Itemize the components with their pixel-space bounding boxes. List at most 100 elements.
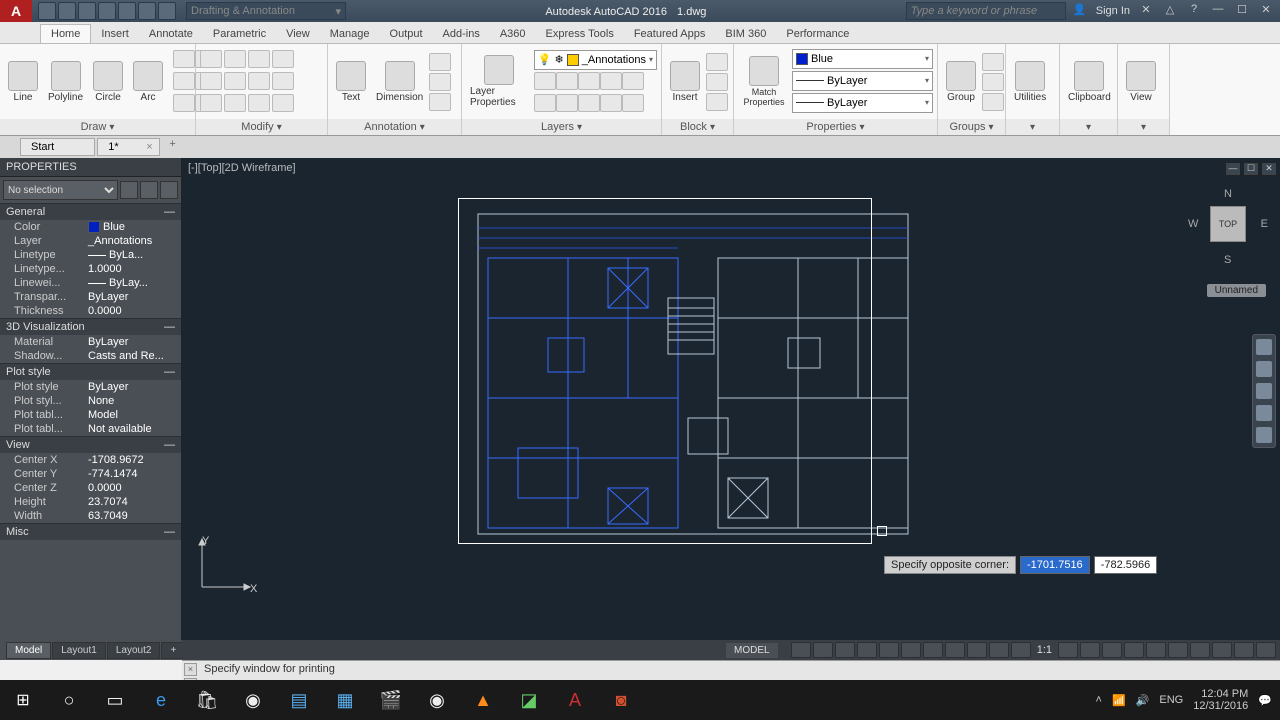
filetab-start[interactable]: Start (20, 138, 95, 156)
exchange-icon[interactable]: ✕ (1138, 3, 1154, 19)
layout-tab-layout2[interactable]: Layout2 (107, 642, 161, 659)
app-logo[interactable]: A (0, 0, 32, 22)
lineweight-dropdown[interactable]: ByLayer▾ (792, 71, 933, 91)
ribbon-tab-performance[interactable]: Performance (776, 25, 859, 43)
tray-lang[interactable]: ENG (1159, 694, 1183, 706)
tray-clock[interactable]: 12:04 PM12/31/2016 (1193, 688, 1248, 712)
camtasia-icon[interactable]: ◪ (506, 680, 552, 720)
help-search-input[interactable]: Type a keyword or phrase (906, 2, 1066, 20)
tray-chevron-icon[interactable]: ˄ (1096, 694, 1102, 706)
prop-row[interactable]: Transpar...ByLayer (0, 290, 181, 304)
selection-cycling-icon[interactable] (1011, 642, 1031, 658)
recorder-icon[interactable]: ◙ (598, 680, 644, 720)
prop-cat-misc[interactable]: Misc— (0, 523, 181, 540)
qat-plot-icon[interactable] (118, 2, 136, 20)
close-icon[interactable]: ✕ (1258, 3, 1274, 19)
dimension-button[interactable]: Dimension (372, 59, 427, 105)
cortana-icon[interactable]: ○ (46, 680, 92, 720)
ribbon-tab-express-tools[interactable]: Express Tools (536, 25, 624, 43)
navigation-bar[interactable] (1252, 334, 1276, 448)
customize-icon[interactable] (1256, 642, 1276, 658)
isolate-icon[interactable] (1190, 642, 1210, 658)
gear-icon[interactable] (1058, 642, 1078, 658)
prop-row[interactable]: Linetype...1.0000 (0, 262, 181, 276)
viewport-label[interactable]: [-][Top][2D Wireframe] (188, 162, 296, 174)
ribbon-tab-parametric[interactable]: Parametric (203, 25, 276, 43)
layer-tool-2[interactable] (578, 72, 600, 90)
start-button[interactable]: ⊞ (0, 680, 46, 720)
a360-icon[interactable]: △ (1162, 3, 1178, 19)
osnap-toggle-icon[interactable] (901, 642, 921, 658)
modify-tool-5[interactable] (224, 72, 246, 90)
viewport-close-icon[interactable]: ✕ (1261, 162, 1277, 176)
prop-row[interactable]: Center X-1708.9672 (0, 453, 181, 467)
layer-tool-4[interactable] (622, 72, 644, 90)
group-edit-icon[interactable] (982, 73, 1004, 91)
qat-saveas-icon[interactable] (98, 2, 116, 20)
line-button[interactable]: Line (4, 59, 42, 105)
modify-tool-1[interactable] (224, 50, 246, 68)
prop-row[interactable]: Width63.7049 (0, 509, 181, 523)
lineweight-toggle-icon[interactable] (967, 642, 987, 658)
view-button[interactable]: View (1122, 59, 1160, 105)
anno-tool-0[interactable] (429, 53, 451, 71)
autocad-taskbar-icon[interactable]: A (552, 680, 598, 720)
task-view-icon[interactable]: ▭ (92, 680, 138, 720)
maximize-icon[interactable]: ☐ (1234, 3, 1250, 19)
modify-tool-2[interactable] (248, 50, 270, 68)
modify-tool-11[interactable] (272, 94, 294, 112)
ribbon-tab-add-ins[interactable]: Add-ins (433, 25, 490, 43)
modify-tool-7[interactable] (272, 72, 294, 90)
match-properties-button[interactable]: Match Properties (738, 54, 790, 109)
cmdline-close-icon[interactable]: × (184, 663, 197, 676)
anno-tool-1[interactable] (429, 73, 451, 91)
color-dropdown[interactable]: Blue▾ (792, 49, 933, 69)
layer-tool-1[interactable] (556, 72, 578, 90)
store-icon[interactable]: 🛍 (184, 680, 230, 720)
photos-icon[interactable]: ▦ (322, 680, 368, 720)
hardware-accel-icon[interactable] (1212, 642, 1232, 658)
layer-tool-5[interactable] (534, 94, 556, 112)
model-space-toggle[interactable]: MODEL (726, 643, 778, 658)
clean-screen-icon[interactable] (1234, 642, 1254, 658)
chrome-icon[interactable]: ◉ (414, 680, 460, 720)
layer-tool-9[interactable] (622, 94, 644, 112)
filetab-drawing[interactable]: 1*× (97, 138, 159, 156)
annotation-scale[interactable]: 1:1 (1037, 644, 1052, 656)
clipboard-button[interactable]: Clipboard (1064, 59, 1115, 105)
view-cube[interactable]: NSWE TOP (1190, 186, 1266, 262)
ribbon-tab-output[interactable]: Output (380, 25, 433, 43)
prop-row[interactable]: Plot styl...None (0, 394, 181, 408)
help-icon[interactable]: ? (1186, 3, 1202, 19)
transparency-icon[interactable] (989, 642, 1009, 658)
modify-tool-10[interactable] (248, 94, 270, 112)
modify-tool-4[interactable] (200, 72, 222, 90)
arc-button[interactable]: Arc (129, 59, 167, 105)
ungroup-icon[interactable] (982, 53, 1004, 71)
qat-new-icon[interactable] (38, 2, 56, 20)
text-button[interactable]: Text (332, 59, 370, 105)
select-objects-icon[interactable] (140, 181, 158, 199)
prop-row[interactable]: Thickness0.0000 (0, 304, 181, 318)
prop-cat-plot-style[interactable]: Plot style— (0, 363, 181, 380)
qat-redo-icon[interactable] (158, 2, 176, 20)
layer-dropdown[interactable]: 💡❄_Annotations▾ (534, 50, 657, 70)
tray-notifications-icon[interactable]: 💬 (1258, 694, 1272, 707)
prop-cat-view[interactable]: View— (0, 436, 181, 453)
layer-tool-0[interactable] (534, 72, 556, 90)
notepad-icon[interactable]: ▤ (276, 680, 322, 720)
prop-row[interactable]: Shadow...Casts and Re... (0, 349, 181, 363)
tray-network-icon[interactable]: 📶 (1112, 694, 1126, 707)
isodraft-icon[interactable] (879, 642, 899, 658)
ribbon-tab-annotate[interactable]: Annotate (139, 25, 203, 43)
polar-toggle-icon[interactable] (857, 642, 877, 658)
anno-tool-2[interactable] (429, 93, 451, 111)
draw-tool-0[interactable] (173, 50, 195, 68)
prop-row[interactable]: Plot tabl...Model (0, 408, 181, 422)
group-select-icon[interactable] (982, 93, 1004, 111)
block-attr-icon[interactable] (706, 93, 728, 111)
polyline-button[interactable]: Polyline (44, 59, 87, 105)
showmotion-icon[interactable] (1256, 427, 1272, 443)
prop-row[interactable]: Center Y-774.1474 (0, 467, 181, 481)
lock-ui-icon[interactable] (1168, 642, 1188, 658)
